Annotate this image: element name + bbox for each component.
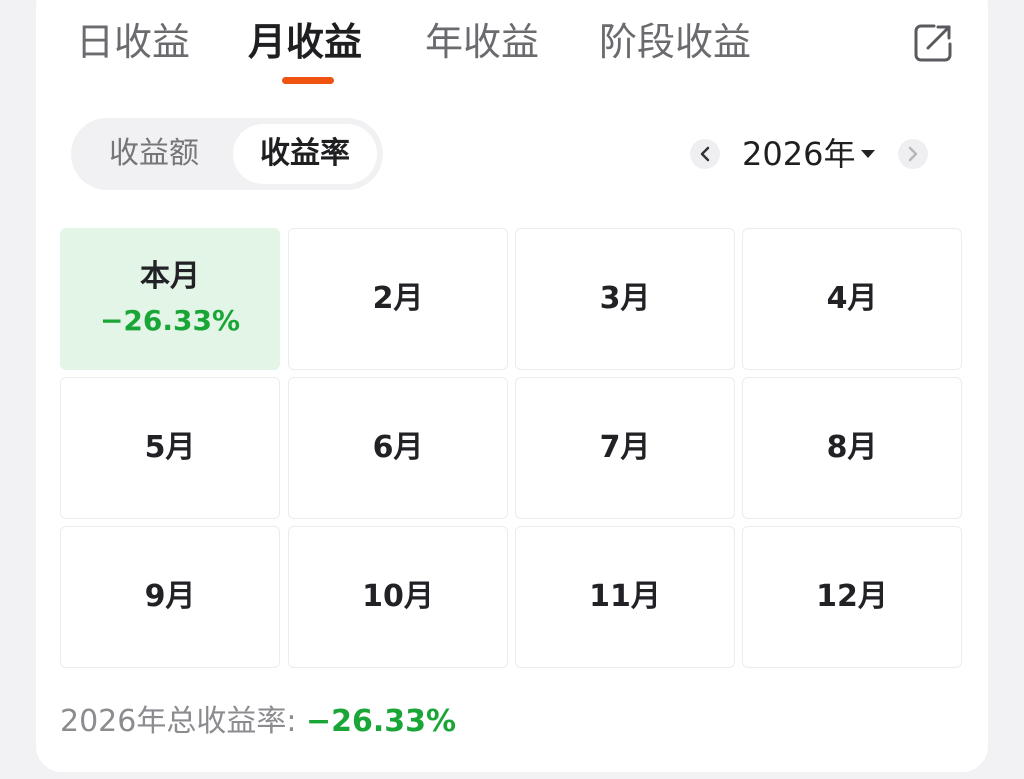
month-label: 2月: [372, 281, 424, 316]
total-return-label: 2026年总收益率:: [60, 704, 306, 739]
month-cell[interactable]: 10月: [288, 526, 508, 668]
year-selector[interactable]: 2026年: [742, 132, 855, 176]
chevron-right-icon: [908, 146, 918, 162]
month-cell[interactable]: 4月: [742, 228, 962, 370]
tab-monthly[interactable]: 月收益: [248, 18, 362, 66]
month-cell-current[interactable]: 本月 −26.33%: [60, 228, 280, 370]
amount-rate-toggle: 收益额 收益率: [71, 118, 383, 190]
share-icon: [914, 24, 952, 62]
month-label: 5月: [144, 430, 196, 465]
month-label: 4月: [826, 281, 878, 316]
month-label: 本月: [140, 259, 200, 294]
toggle-rate[interactable]: 收益率: [233, 124, 377, 184]
month-return-value: −26.33%: [99, 304, 241, 337]
yearly-total-return: 2026年总收益率: −26.33%: [60, 700, 456, 744]
tab-daily[interactable]: 日收益: [76, 18, 190, 66]
month-cell[interactable]: 12月: [742, 526, 962, 668]
chevron-left-icon: [700, 146, 710, 162]
month-cell[interactable]: 3月: [515, 228, 735, 370]
month-label: 9月: [144, 579, 196, 614]
month-label: 10月: [362, 579, 434, 614]
month-cell[interactable]: 11月: [515, 526, 735, 668]
month-label: 6月: [372, 430, 424, 465]
month-cell[interactable]: 5月: [60, 377, 280, 519]
period-tabs: 日收益 月收益 年收益 阶段收益: [0, 0, 1024, 100]
month-cell[interactable]: 7月: [515, 377, 735, 519]
month-label: 7月: [599, 430, 651, 465]
month-label: 3月: [599, 281, 651, 316]
month-cell[interactable]: 2月: [288, 228, 508, 370]
month-label: 12月: [816, 579, 888, 614]
month-cell[interactable]: 8月: [742, 377, 962, 519]
toggle-amount[interactable]: 收益额: [79, 124, 229, 184]
share-button[interactable]: [912, 22, 954, 64]
previous-year-button[interactable]: [690, 139, 720, 169]
month-cell[interactable]: 9月: [60, 526, 280, 668]
next-year-button[interactable]: [898, 139, 928, 169]
caret-down-icon: [861, 150, 875, 158]
month-cell[interactable]: 6月: [288, 377, 508, 519]
month-label: 8月: [826, 430, 878, 465]
tab-period[interactable]: 阶段收益: [599, 18, 751, 66]
month-label: 11月: [589, 579, 661, 614]
tab-yearly[interactable]: 年收益: [425, 18, 539, 66]
total-return-value: −26.33%: [306, 704, 457, 739]
active-tab-indicator: [282, 77, 334, 84]
